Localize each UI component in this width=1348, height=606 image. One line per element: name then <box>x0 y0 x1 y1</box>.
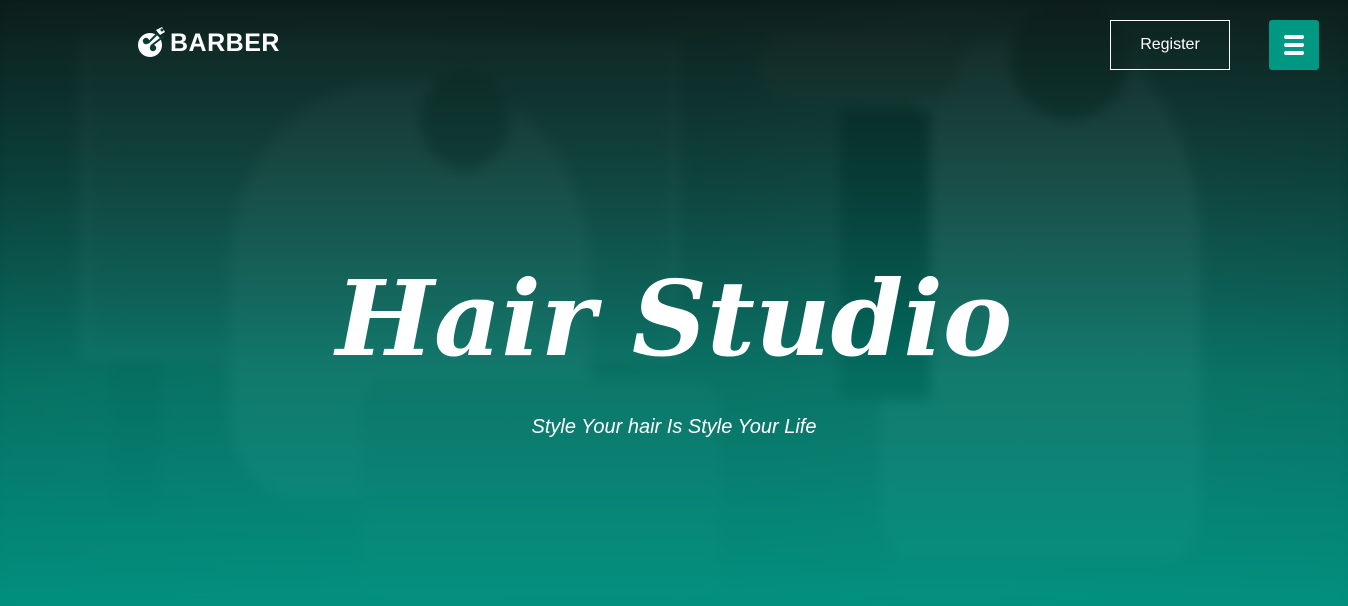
brand-logo[interactable]: BARBER <box>136 26 280 60</box>
brand-name: BARBER <box>170 28 280 57</box>
hero-title: Hair Studio <box>335 257 1013 380</box>
hero-subtitle: Style Your hair Is Style Your Life <box>531 416 817 438</box>
hero-section: BARBER Register Hair Studio Style Your h… <box>0 0 1348 606</box>
barber-scissors-logo-icon <box>138 27 165 57</box>
menu-button[interactable] <box>1269 20 1319 70</box>
hamburger-menu-icon <box>1284 35 1304 39</box>
register-button[interactable]: Register <box>1110 20 1230 70</box>
